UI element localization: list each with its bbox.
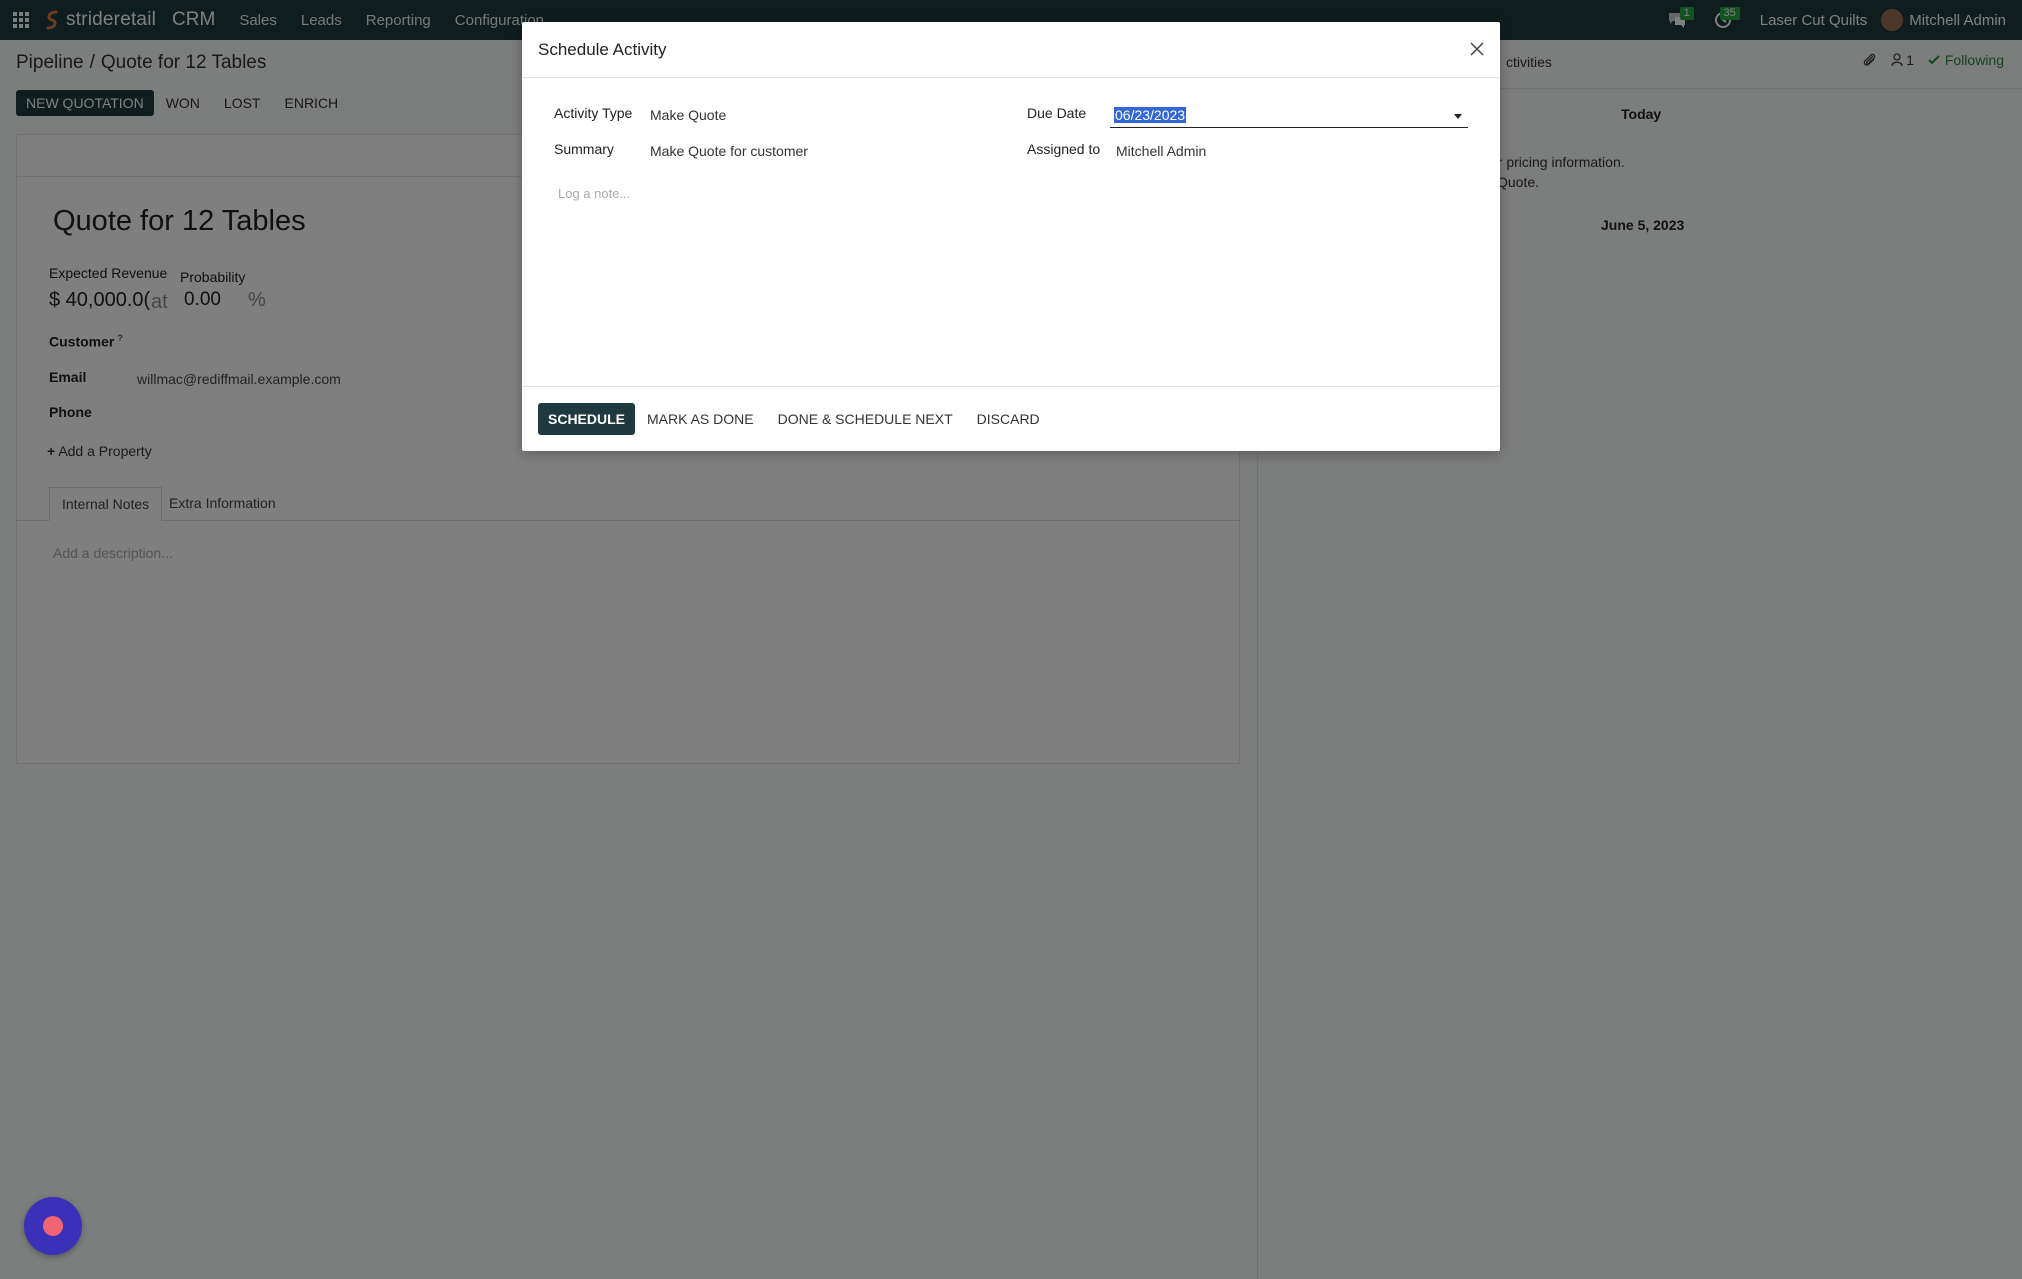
schedule-activity-dialog: Schedule Activity Activity Type Make Quo… <box>522 22 1500 451</box>
activity-type-label: Activity Type <box>554 105 633 121</box>
modal-body: Activity Type Make Quote Summary Make Qu… <box>522 78 1500 386</box>
caret-down-icon[interactable] <box>1454 114 1462 119</box>
done-schedule-next-button[interactable]: DONE & SCHEDULE NEXT <box>766 411 965 427</box>
note-input[interactable]: Log a note... <box>558 186 630 201</box>
assigned-to-label: Assigned to <box>1027 141 1101 157</box>
discard-button[interactable]: DISCARD <box>965 411 1052 427</box>
close-button[interactable] <box>1464 36 1490 62</box>
due-date-label: Due Date <box>1027 105 1087 121</box>
assigned-to-field[interactable]: Mitchell Admin <box>1116 143 1206 159</box>
schedule-button[interactable]: SCHEDULE <box>538 403 636 435</box>
record-dot-icon <box>43 1216 63 1236</box>
due-date-value: 06/23/2023 <box>1114 107 1187 123</box>
modal-title: Schedule Activity <box>538 40 667 59</box>
summary-input[interactable]: Make Quote for customer <box>650 143 808 159</box>
mark-as-done-button[interactable]: MARK AS DONE <box>635 411 766 427</box>
summary-label: Summary <box>554 141 614 157</box>
activity-type-field[interactable]: Make Quote <box>650 107 726 123</box>
modal-header: Schedule Activity <box>522 22 1500 78</box>
due-date-input[interactable]: 06/23/2023 <box>1110 104 1468 128</box>
modal-footer: SCHEDULE MARK AS DONE DONE & SCHEDULE NE… <box>522 386 1500 451</box>
close-icon <box>1470 42 1484 56</box>
record-button[interactable] <box>24 1197 82 1255</box>
